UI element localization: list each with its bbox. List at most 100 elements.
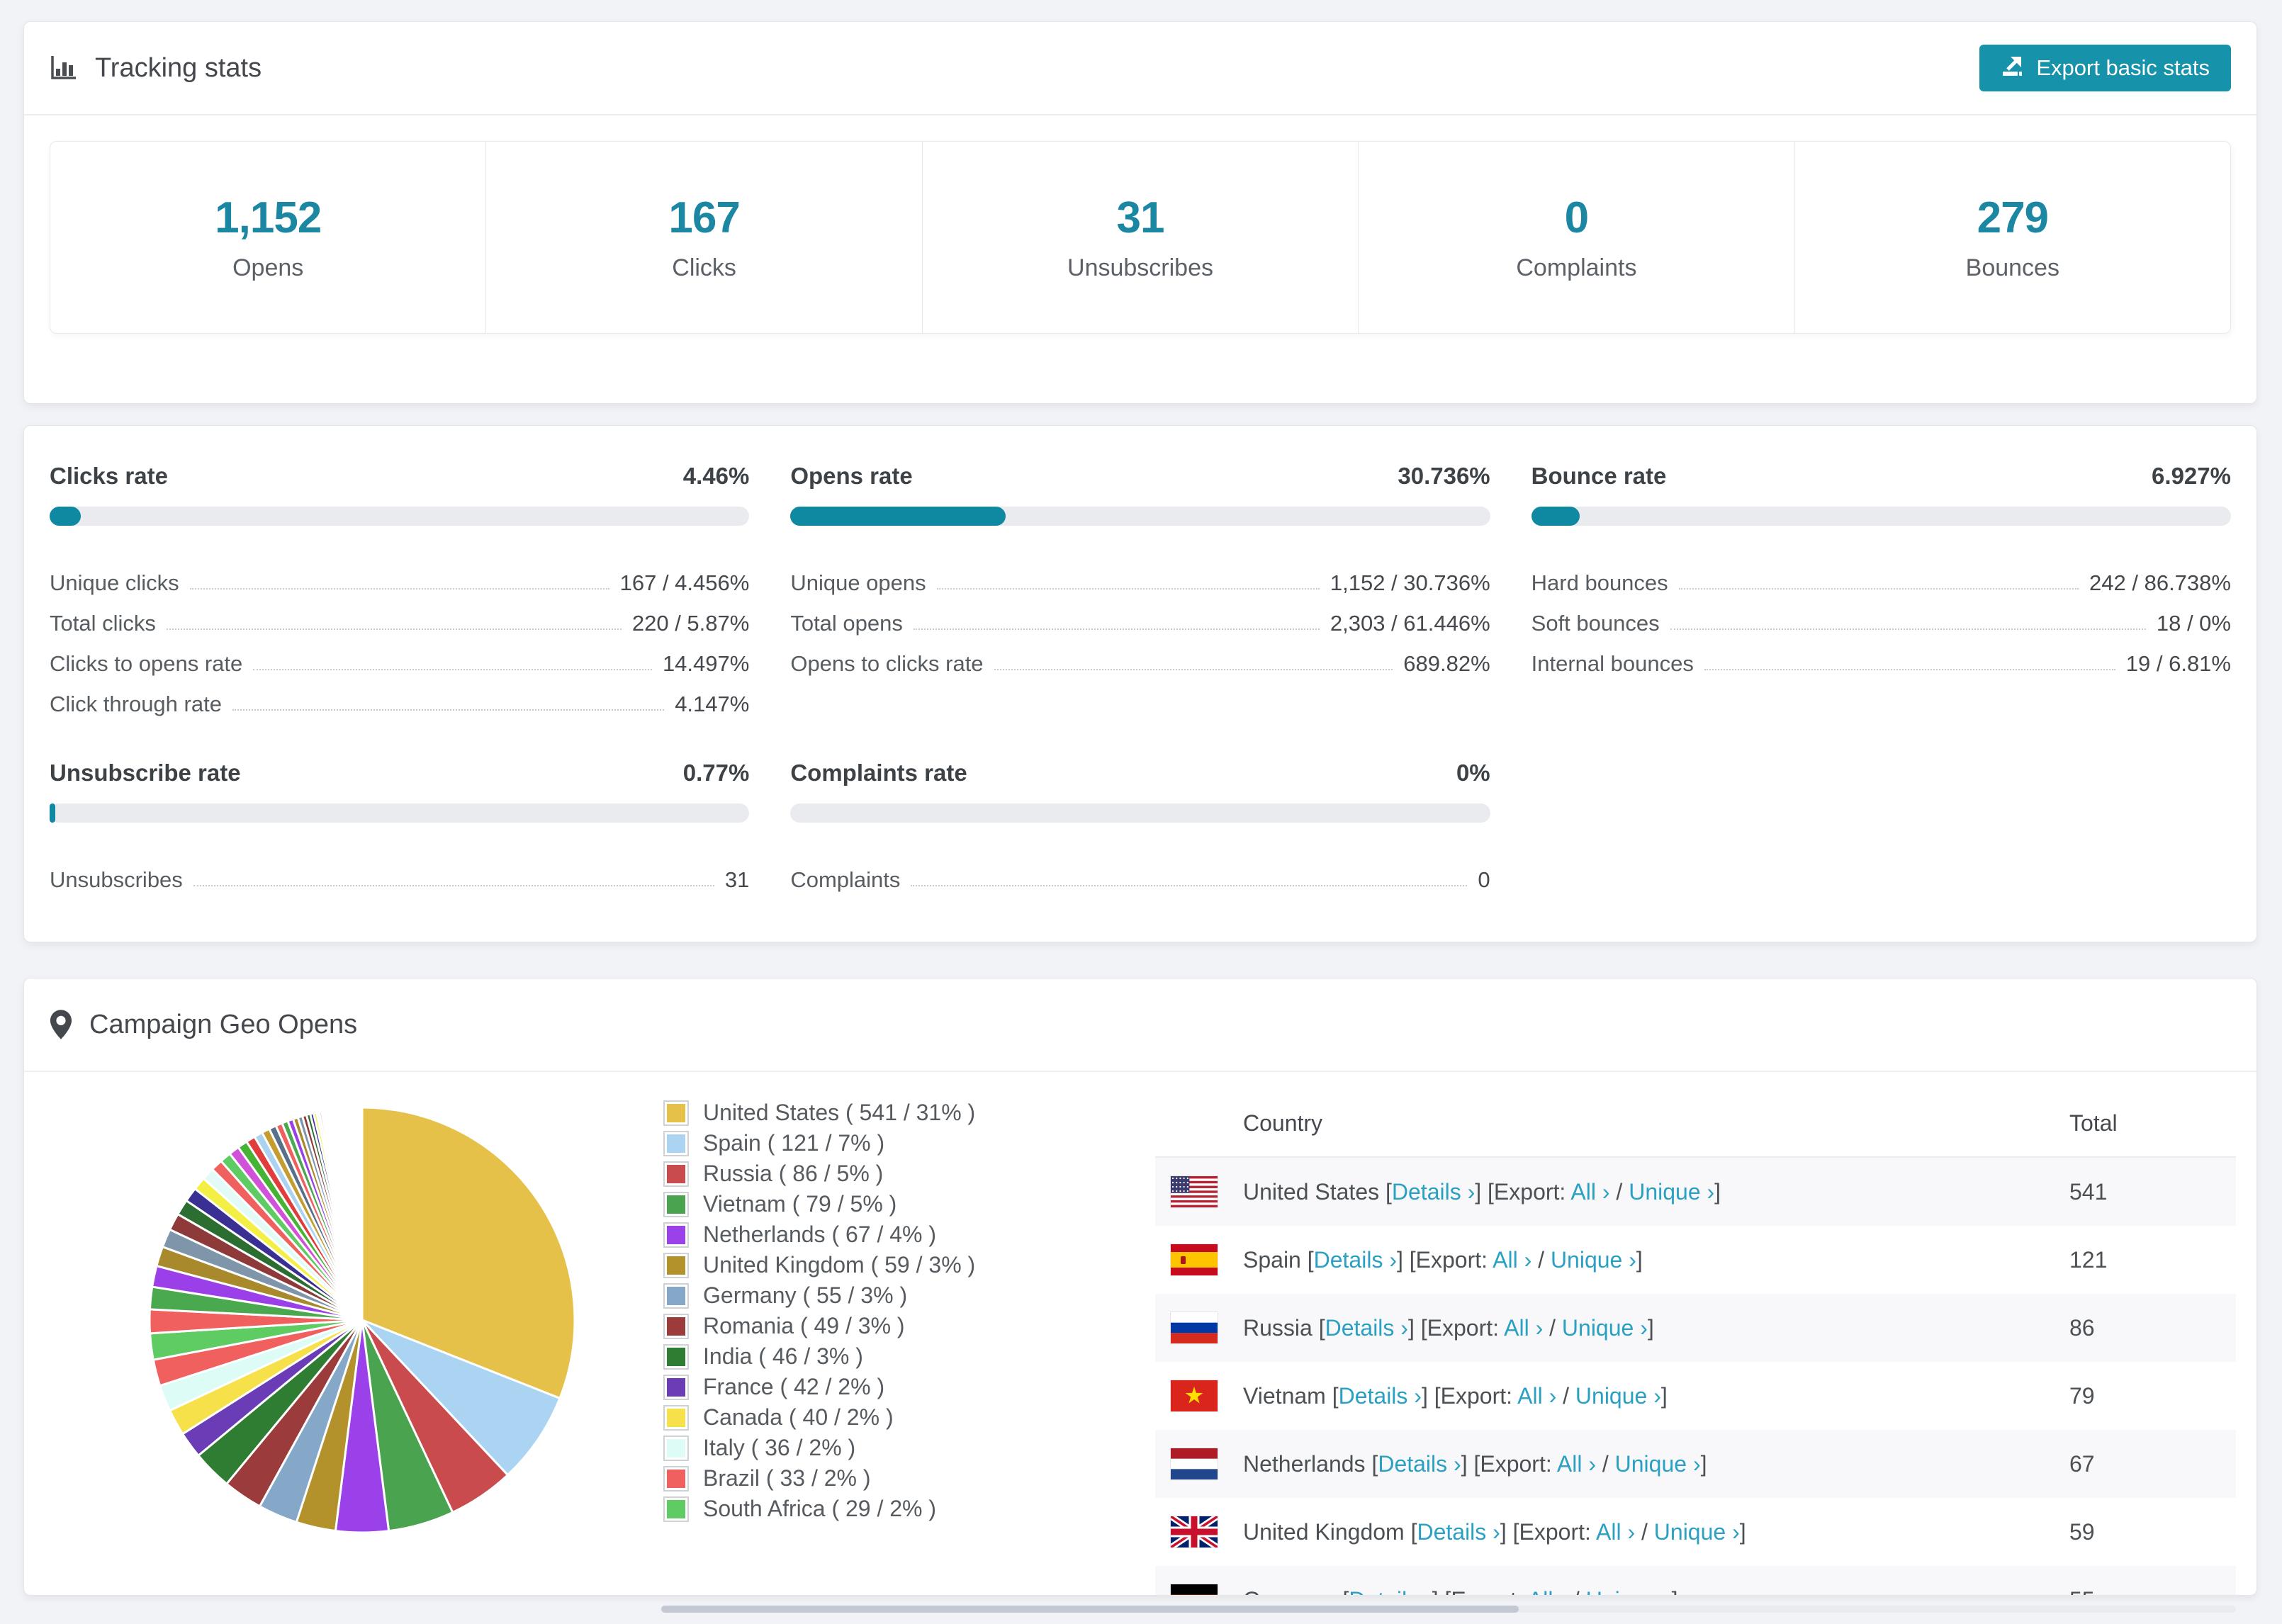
details-link[interactable]: Details › [1392, 1179, 1475, 1205]
geo-row-russia: Russia [Details ›] [Export: All › / Uniq… [1155, 1294, 2236, 1362]
export-unique-link[interactable]: Unique › [1562, 1315, 1648, 1341]
details-link[interactable]: Details › [1349, 1587, 1432, 1596]
export-all-link[interactable]: All › [1557, 1451, 1596, 1477]
flag-gb-icon [1171, 1516, 1218, 1547]
horizontal-scrollbar-track[interactable] [661, 1606, 2236, 1613]
export-unique-link[interactable]: Unique › [1629, 1179, 1714, 1205]
rate-row-value: 689.82% [1403, 651, 1490, 676]
details-link[interactable]: Details › [1417, 1519, 1500, 1545]
dotted-leader [1670, 628, 2146, 630]
geo-table-header: Country Total [1155, 1090, 2236, 1158]
legend-label: Spain ( 121 / 7% ) [703, 1130, 885, 1156]
legend-item-netherlands: Netherlands ( 67 / 4% ) [663, 1219, 975, 1250]
rate-row-value: 242 / 86.738% [2089, 570, 2231, 595]
flag-us-icon [1171, 1176, 1218, 1207]
geo-row-united-states: United States [Details ›] [Export: All ›… [1155, 1158, 2236, 1226]
export-all-link[interactable]: All › [1596, 1519, 1635, 1545]
rate-row-value: 1,152 / 30.736% [1330, 570, 1490, 595]
geo-section-title: Campaign Geo Opens [89, 1009, 358, 1039]
dotted-leader [189, 588, 609, 590]
bracket-close-text: ] [1714, 1178, 1721, 1205]
legend-item-france: France ( 42 / 2% ) [663, 1372, 975, 1402]
geo-row-country-cell: Spain [Details ›] [Export: All › / Uniqu… [1243, 1247, 2069, 1273]
bracket-text: ] [Export: [1396, 1246, 1493, 1273]
rate-row-label: Unique clicks [50, 570, 179, 595]
rate-row-unsubscribes: Unsubscribes 31 [50, 852, 749, 893]
legend-item-spain: Spain ( 121 / 7% ) [663, 1128, 975, 1158]
legend-swatch [663, 1496, 689, 1522]
summary-stats-row: 1,152 Opens 167 Clicks 31 Unsubscribes 0 Compla… [50, 141, 2231, 334]
legend-label: India ( 46 / 3% ) [703, 1343, 863, 1369]
legend-item-india: India ( 46 / 3% ) [663, 1341, 975, 1372]
export-all-link[interactable]: All › [1504, 1315, 1543, 1341]
country-name: Netherlands [ [1243, 1450, 1378, 1477]
unsubscribe-rate-bar-fill [50, 803, 55, 823]
dotted-leader [913, 628, 1320, 630]
geo-row-country-cell: Russia [Details ›] [Export: All › / Uniq… [1243, 1315, 2069, 1341]
legend-item-romania: Romania ( 49 / 3% ) [663, 1311, 975, 1341]
rate-row-value: 0 [1478, 867, 1490, 892]
rate-row-value: 14.497% [662, 651, 750, 676]
opens-rate-bar-fill [790, 507, 1006, 526]
export-all-link[interactable]: All › [1493, 1247, 1531, 1273]
unsubscribe-rate-head: Unsubscribe rate 0.77% [50, 760, 749, 786]
stat-value: 1,152 [215, 193, 322, 242]
legend-label: Germany ( 55 / 3% ) [703, 1282, 908, 1308]
legend-label: Canada ( 40 / 2% ) [703, 1404, 894, 1430]
dotted-leader [1678, 588, 2079, 590]
geo-row-germany: Germany [Details ›] [Export: All › / Uni… [1155, 1566, 2236, 1596]
details-link[interactable]: Details › [1325, 1315, 1408, 1341]
export-all-link[interactable]: All › [1528, 1587, 1567, 1596]
geo-title: Campaign Geo Opens [50, 1009, 357, 1040]
country-name: Germany [ [1243, 1587, 1349, 1596]
opens-rate-title: Opens rate [790, 463, 913, 489]
rate-row-value: 2,303 / 61.446% [1330, 611, 1490, 636]
legend-label: Italy ( 36 / 2% ) [703, 1435, 856, 1460]
slash-text: / [1595, 1450, 1615, 1477]
country-name: Russia [ [1243, 1314, 1325, 1341]
bracket-close-text: ] [1636, 1246, 1643, 1273]
details-link[interactable]: Details › [1378, 1451, 1461, 1477]
slash-text: / [1567, 1587, 1586, 1596]
geo-row-total: 59 [2069, 1518, 2095, 1545]
geo-opens-pie-chart [148, 1106, 576, 1534]
export-unique-link[interactable]: Unique › [1575, 1383, 1661, 1409]
export-unique-link[interactable]: Unique › [1615, 1451, 1701, 1477]
tracking-stats-title: Tracking stats [50, 53, 262, 84]
flag-ru-icon [1171, 1312, 1218, 1343]
page-title: Tracking stats [95, 52, 262, 83]
complaints-rate-value: 0% [1456, 760, 1490, 786]
geo-row-country-cell: Netherlands [Details ›] [Export: All › /… [1243, 1451, 2069, 1477]
rate-row-label: Complaints [790, 867, 901, 892]
horizontal-scrollbar-thumb[interactable] [661, 1606, 1519, 1613]
geo-row-total: 541 [2069, 1178, 2108, 1205]
bounce-rate-bar [1531, 507, 2231, 526]
export-unique-link[interactable]: Unique › [1654, 1519, 1740, 1545]
legend-item-brazil: Brazil ( 33 / 2% ) [663, 1463, 975, 1494]
opens-rate-head: Opens rate 30.736% [790, 463, 1490, 490]
rate-row-unique-clicks: Unique clicks 167 / 4.456% [50, 556, 749, 596]
rate-row-value: 31 [724, 867, 750, 892]
bracket-text: ] [Export: [1475, 1178, 1571, 1205]
legend-swatch [663, 1282, 689, 1309]
summary-stat-unsubscribes: 31 Unsubscribes [923, 142, 1359, 333]
legend-item-canada: Canada ( 40 / 2% ) [663, 1402, 975, 1433]
rate-row-internal-bounces: Internal bounces 19 / 6.81% [1531, 636, 2231, 677]
legend-label: South Africa ( 29 / 2% ) [703, 1496, 937, 1521]
export-unique-link[interactable]: Unique › [1551, 1247, 1636, 1273]
export-unique-link[interactable]: Unique › [1586, 1587, 1672, 1596]
geo-row-total: 86 [2069, 1314, 2095, 1341]
details-link[interactable]: Details › [1339, 1383, 1422, 1409]
details-link[interactable]: Details › [1314, 1247, 1397, 1273]
rate-row-total-opens: Total opens 2,303 / 61.446% [790, 596, 1490, 636]
export-button-label: Export basic stats [2036, 55, 2210, 80]
legend-swatch [663, 1130, 689, 1156]
rate-row-click-through-rate: Click through rate 4.147% [50, 677, 749, 717]
flag-es-icon [1171, 1244, 1218, 1275]
geo-row-total: 121 [2069, 1246, 2108, 1273]
geo-row-total: 55 [2069, 1587, 2236, 1596]
export-basic-stats-button[interactable]: Export basic stats [1979, 45, 2231, 91]
export-all-link[interactable]: All › [1570, 1179, 1609, 1205]
legend-swatch [663, 1252, 689, 1278]
export-all-link[interactable]: All › [1517, 1383, 1556, 1409]
